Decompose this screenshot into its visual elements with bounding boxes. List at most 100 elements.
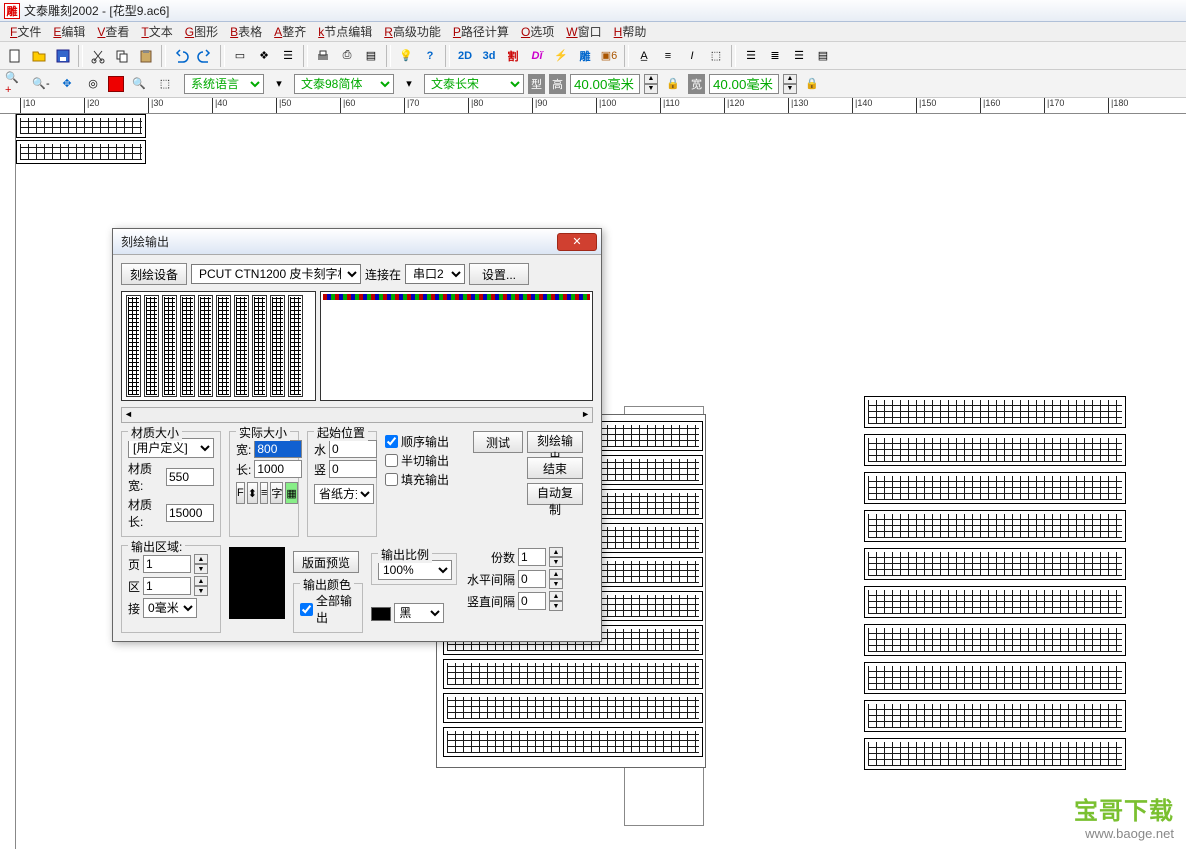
gh-up[interactable]: ▲ [549, 569, 563, 579]
chk-order[interactable]: 顺序输出 [385, 433, 465, 450]
menu-g[interactable]: G图形 [179, 21, 224, 42]
tool-c-icon[interactable]: ☰ [277, 45, 299, 67]
bulb-icon[interactable]: 💡 [395, 45, 417, 67]
paste-icon[interactable] [135, 45, 157, 67]
lock2-icon[interactable]: 🔒 [801, 73, 823, 95]
save-icon[interactable] [52, 45, 74, 67]
port-select[interactable]: 串口2 [405, 264, 465, 284]
align-center-icon[interactable]: ≣ [764, 45, 786, 67]
width-up[interactable]: ▲ [783, 74, 797, 84]
material-preset[interactable]: [用户定义] [128, 438, 214, 458]
tool-f-icon[interactable]: ⬚ [705, 45, 727, 67]
btn-cut[interactable]: 割 [502, 45, 524, 67]
dropdown-icon[interactable]: ▾ [268, 73, 290, 95]
menu-e[interactable]: E编辑 [47, 21, 91, 42]
menu-h[interactable]: H帮助 [608, 21, 653, 42]
btn-3d[interactable]: 3d [478, 45, 500, 67]
pattern-strip[interactable] [864, 510, 1126, 542]
zone-dn[interactable]: ▼ [194, 586, 208, 596]
btn-zz-icon[interactable]: ⚡ [550, 45, 572, 67]
join-select[interactable]: 0毫米 [143, 598, 197, 618]
output-button[interactable]: 刻绘输出 [527, 431, 583, 453]
copies-dn[interactable]: ▼ [549, 557, 563, 567]
menu-r[interactable]: R高级功能 [378, 21, 447, 42]
btn-e6-icon[interactable]: ▣6 [598, 45, 620, 67]
pan-icon[interactable]: ✥ [56, 73, 78, 95]
pattern-strip[interactable] [864, 700, 1126, 732]
zone-input[interactable] [143, 577, 191, 595]
width-input[interactable] [709, 74, 779, 94]
page-dn[interactable]: ▼ [194, 564, 208, 574]
gaph-input[interactable] [518, 570, 546, 588]
act-w-input[interactable] [254, 440, 302, 458]
btn-2d[interactable]: 2D [454, 45, 476, 67]
gv-up[interactable]: ▲ [549, 591, 563, 601]
chk-allcolor[interactable]: 全部输出 [300, 592, 356, 626]
tool-b-icon[interactable]: ❖ [253, 45, 275, 67]
dropdown2-icon[interactable]: ▾ [398, 73, 420, 95]
width-down[interactable]: ▼ [783, 84, 797, 94]
red-square-icon[interactable] [108, 76, 124, 92]
menu-p[interactable]: P路径计算 [447, 21, 515, 42]
chk-half[interactable]: 半切输出 [385, 452, 465, 469]
copies-input[interactable] [518, 548, 546, 566]
height-down[interactable]: ▼ [644, 84, 658, 94]
org-x-input[interactable] [329, 440, 377, 458]
menu-t[interactable]: T文本 [135, 21, 178, 42]
pattern-strip[interactable] [864, 472, 1126, 504]
gh-dn[interactable]: ▼ [549, 579, 563, 589]
font1-select[interactable]: 文泰98简体 [294, 74, 394, 94]
ratio-select[interactable]: 100% [378, 560, 452, 580]
pattern-strip[interactable] [864, 624, 1126, 656]
copy-icon[interactable] [111, 45, 133, 67]
pattern-strip[interactable] [864, 586, 1126, 618]
btn-carve[interactable]: 雕 [574, 45, 596, 67]
pattern-strip[interactable] [16, 140, 146, 164]
target-icon[interactable]: ◎ [82, 73, 104, 95]
zone-up[interactable]: ▲ [194, 576, 208, 586]
color-select[interactable]: 黑 [394, 603, 444, 623]
menu-b[interactable]: B表格 [224, 21, 268, 42]
pattern-strip[interactable] [864, 548, 1126, 580]
tool-d-icon[interactable]: ▤ [360, 45, 382, 67]
device-select[interactable]: PCUT CTN1200 皮卡刻字机 [191, 264, 361, 284]
tool-char[interactable]: 字 [270, 482, 283, 504]
pattern-strip[interactable] [864, 738, 1126, 770]
menu-o[interactable]: O选项 [515, 21, 560, 42]
open-icon[interactable] [28, 45, 50, 67]
align-right-icon[interactable]: ☰ [788, 45, 810, 67]
pattern-strip[interactable] [864, 434, 1126, 466]
cut-icon[interactable] [87, 45, 109, 67]
italic-icon[interactable]: I [681, 45, 703, 67]
menu-k[interactable]: k节点编辑 [312, 21, 378, 42]
text-tool-icon[interactable]: A̲ [633, 45, 655, 67]
act-l-input[interactable] [254, 460, 302, 478]
tool-f[interactable]: F [236, 482, 245, 504]
print-icon[interactable] [312, 45, 334, 67]
zoom-sel-icon[interactable]: ⬚ [154, 73, 176, 95]
zoom-fit-icon[interactable]: 🔍 [128, 73, 150, 95]
paper-save-select[interactable]: 省纸方式 [314, 484, 374, 504]
dialog-titlebar[interactable]: 刻绘输出 ✕ [113, 229, 601, 255]
copies-up[interactable]: ▲ [549, 547, 563, 557]
tool-a-icon[interactable]: ▭ [229, 45, 251, 67]
output-icon[interactable]: ⎙ [336, 45, 358, 67]
page-input[interactable] [143, 555, 191, 573]
pattern-strip[interactable] [864, 396, 1126, 428]
device-button[interactable]: 刻绘设备 [121, 263, 187, 285]
help-icon[interactable]: ? [419, 45, 441, 67]
menu-v[interactable]: V查看 [91, 21, 135, 42]
menu-f[interactable]: F文件 [4, 21, 47, 42]
redo-icon[interactable] [194, 45, 216, 67]
page-up[interactable]: ▲ [194, 554, 208, 564]
system-lang-select[interactable]: 系统语言 [184, 74, 264, 94]
tool-mirror[interactable]: ⬍ [247, 482, 258, 504]
preview-scrollbar[interactable] [121, 407, 593, 423]
pattern-strip[interactable] [443, 693, 703, 723]
org-y-input[interactable] [329, 460, 377, 478]
btn-di[interactable]: Dĭ [526, 45, 548, 67]
pattern-strip[interactable] [16, 114, 146, 138]
font2-select[interactable]: 文泰长宋 [424, 74, 524, 94]
pattern-strip[interactable] [443, 727, 703, 757]
menu-w[interactable]: W窗口 [560, 21, 607, 42]
